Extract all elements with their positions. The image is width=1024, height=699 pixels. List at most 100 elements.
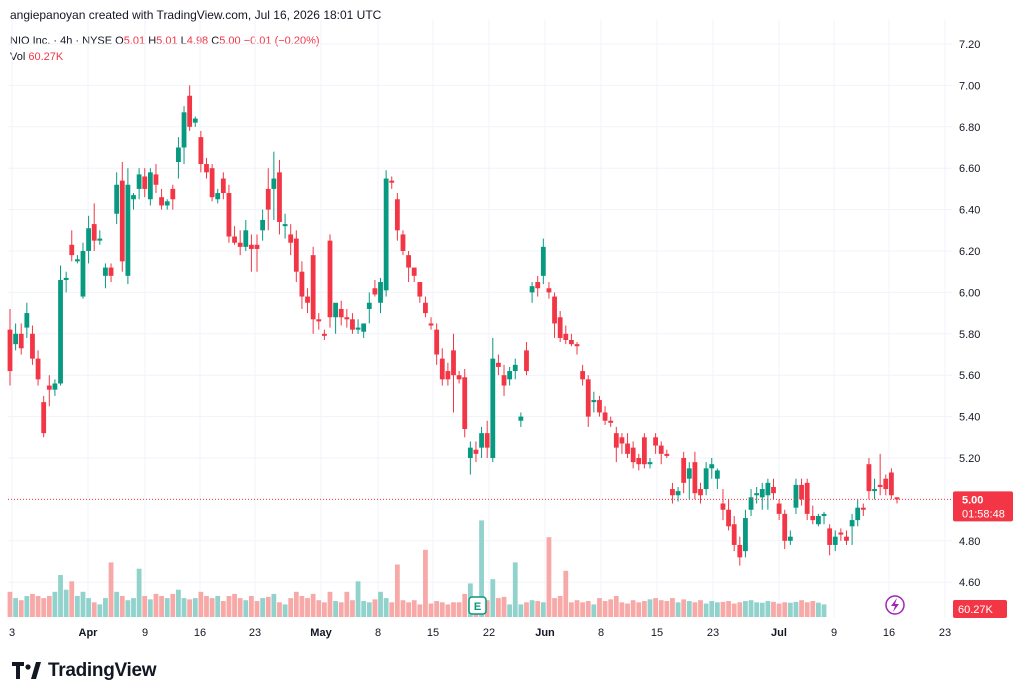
candle-body — [787, 536, 793, 541]
candle-body — [52, 383, 58, 390]
candle-body — [512, 364, 518, 372]
candle-body — [119, 180, 125, 262]
volume-bar — [574, 600, 580, 617]
time-tick-label: Apr — [79, 627, 99, 639]
volume-bar — [282, 604, 288, 617]
candle-body — [305, 296, 310, 303]
volume-bar — [114, 591, 120, 617]
candle-body — [844, 536, 849, 541]
price-tick-label: 4.60 — [959, 577, 980, 589]
candle-body — [159, 197, 164, 206]
candle-body — [619, 437, 625, 444]
volume-bar — [703, 603, 709, 617]
candle-body — [63, 277, 69, 280]
candle-body — [664, 453, 670, 456]
price-tick-label: 6.20 — [959, 246, 980, 258]
candle-body — [860, 507, 866, 510]
candle-body — [226, 193, 232, 237]
volume-bar — [198, 591, 204, 617]
candle-body — [406, 255, 411, 268]
volume-bar — [754, 602, 760, 617]
candle-body — [265, 188, 271, 210]
volume-bar — [181, 598, 187, 617]
volume-bar — [153, 593, 159, 617]
last-price-label: 5.00 — [962, 494, 983, 506]
volume-bar — [277, 602, 282, 617]
candle-body — [720, 503, 726, 510]
candle-body — [832, 536, 838, 545]
candle-body — [714, 470, 720, 479]
candle-body — [310, 255, 316, 320]
volume-bar — [799, 600, 804, 617]
candle-body — [220, 178, 226, 194]
volume-bar — [496, 598, 501, 617]
price-tick-label: 5.40 — [959, 412, 980, 424]
volume-bar — [787, 602, 793, 617]
candle-body — [653, 437, 659, 446]
volume-bar — [74, 596, 80, 617]
candle-body — [557, 317, 563, 338]
volume-bar — [237, 598, 243, 617]
candle-body — [647, 462, 653, 465]
candle-body — [35, 358, 41, 380]
candle-body — [568, 340, 574, 345]
time-tick-label: 22 — [483, 627, 495, 639]
price-chart[interactable]: 7.20 7.00 6.80 6.60 6.40 6.20 6.00 5.80 5.60 5.40… — [0, 0, 1024, 650]
price-tick-label: 7.00 — [959, 80, 980, 92]
candle-body — [765, 482, 771, 496]
candle-body — [731, 524, 737, 545]
candle-body — [451, 350, 456, 376]
candle-body — [327, 240, 333, 318]
candle-body — [681, 458, 687, 483]
earnings-marker: E — [468, 596, 487, 615]
volume-bar — [580, 602, 586, 617]
volume-bar — [602, 601, 608, 617]
price-tick-label: 5.20 — [959, 453, 980, 465]
candle-body — [271, 178, 277, 189]
candle-body — [597, 400, 602, 413]
volume-bar — [810, 601, 816, 617]
time-tick-label: 8 — [375, 627, 381, 639]
volume-bar — [220, 601, 226, 617]
volume-bar — [585, 601, 591, 617]
volume-series — [7, 520, 827, 617]
price-tick-label: 7.20 — [959, 39, 980, 51]
volume-bar — [338, 602, 344, 617]
candle-body — [7, 329, 13, 372]
candle-body — [737, 544, 743, 558]
candle-body — [888, 472, 894, 496]
volume-bar — [400, 600, 406, 617]
volume-bar — [86, 598, 91, 617]
volume-bar — [24, 596, 30, 617]
candle-body — [804, 482, 810, 514]
candle-body — [232, 236, 237, 243]
volume-bar — [164, 598, 170, 617]
volume-bar — [630, 600, 636, 617]
time-tick-label: 23 — [707, 627, 719, 639]
volume-bar — [664, 601, 670, 617]
candle-body — [125, 184, 131, 276]
volume-bar — [771, 601, 776, 617]
candle-body — [41, 402, 47, 434]
tradingview-logo[interactable]: TradingView — [12, 660, 157, 682]
candle-body — [877, 484, 883, 487]
candle-body — [344, 317, 350, 320]
volume-bar — [647, 599, 653, 617]
time-tick-label: 23 — [939, 627, 951, 639]
candle-body — [709, 464, 715, 469]
volume-bar — [720, 601, 726, 617]
volume-bar — [445, 604, 451, 617]
candle-body — [366, 302, 372, 309]
volume-bar — [91, 602, 97, 617]
volume-bar — [125, 600, 131, 617]
volume-bar — [658, 600, 664, 617]
volume-bar — [327, 591, 333, 617]
volume-bar — [411, 600, 417, 617]
volume-bar — [512, 562, 518, 617]
volume-bar — [243, 600, 249, 617]
candle-body — [428, 323, 434, 326]
candle-body — [136, 174, 142, 189]
volume-bar — [782, 602, 788, 617]
candle-body — [209, 168, 215, 198]
candle-body — [434, 329, 440, 355]
